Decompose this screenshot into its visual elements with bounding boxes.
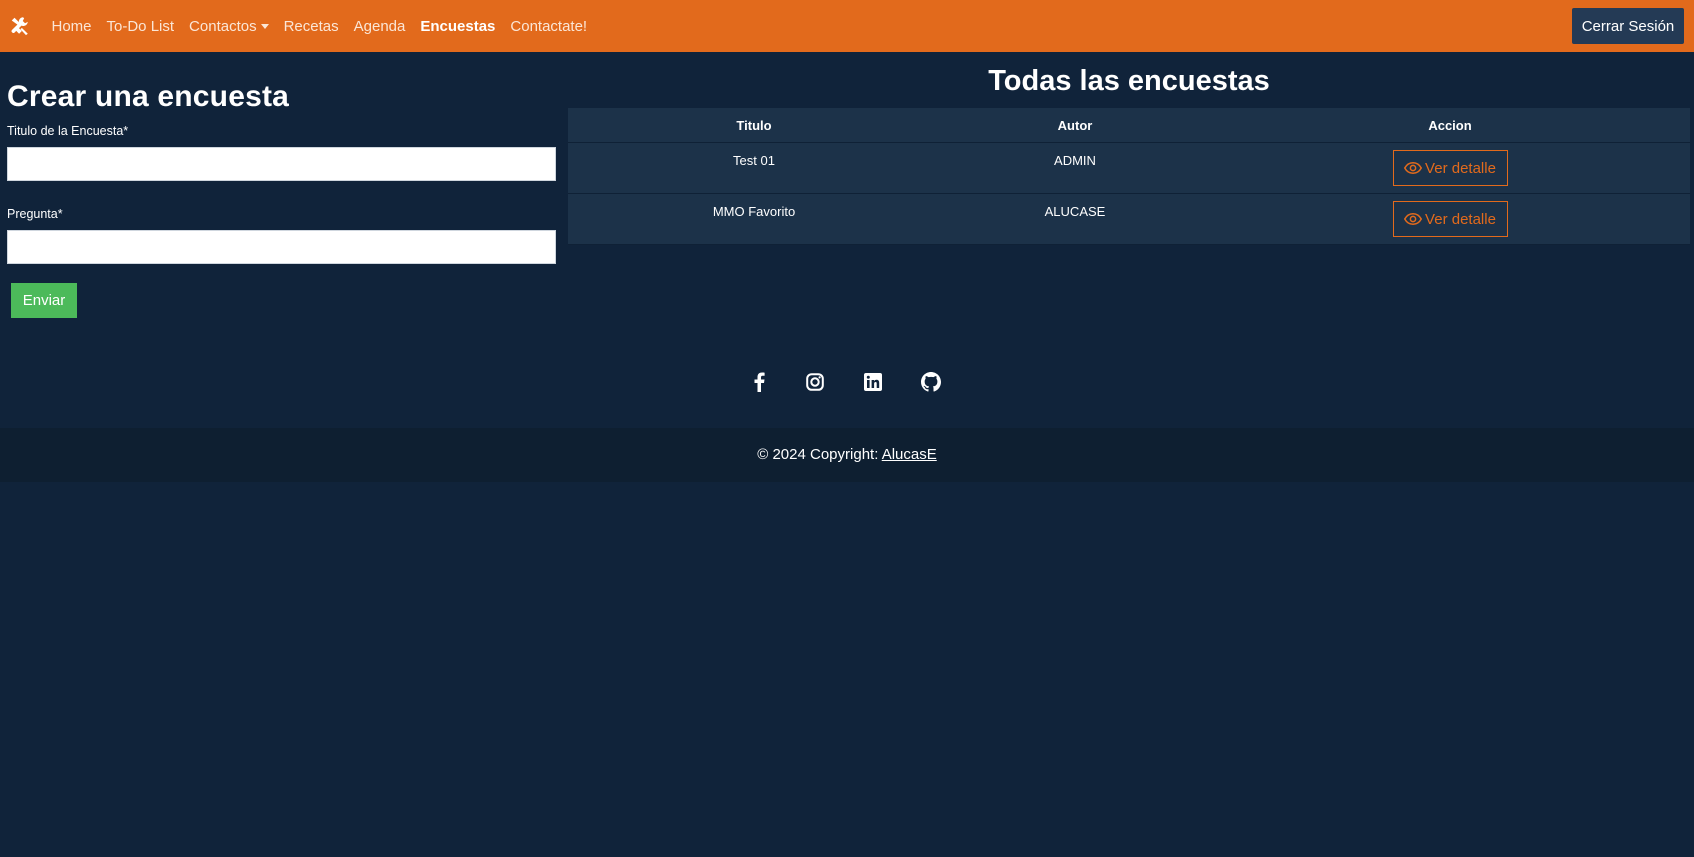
- nav-contactate[interactable]: Contactate!: [510, 18, 587, 35]
- column-header-titulo: Titulo: [736, 117, 772, 133]
- submit-button[interactable]: Enviar: [11, 283, 77, 318]
- cell-titulo: Test 01: [733, 153, 775, 168]
- eye-icon: [1404, 212, 1423, 226]
- view-detail-label: Ver detalle: [1425, 210, 1496, 228]
- tools-icon[interactable]: [0, 0, 40, 52]
- facebook-icon[interactable]: [748, 371, 770, 393]
- table-row: Test 01 ADMIN Ver detalle: [568, 143, 1690, 194]
- nav-recetas[interactable]: Recetas: [284, 18, 339, 35]
- view-detail-button[interactable]: Ver detalle: [1392, 201, 1508, 237]
- table-header: Titulo Autor Accion: [568, 108, 1690, 143]
- nav-todo-list[interactable]: To-Do List: [107, 18, 175, 35]
- cell-titulo: MMO Favorito: [712, 204, 796, 219]
- nav-contactos-label: Contactos: [189, 17, 257, 35]
- view-detail-label: Ver detalle: [1425, 159, 1496, 177]
- nav-home[interactable]: Home: [52, 18, 92, 35]
- cell-accion: Ver detalle: [1210, 194, 1690, 244]
- nav-contactos-dropdown[interactable]: Contactos: [189, 18, 269, 35]
- eye-icon: [1404, 161, 1423, 175]
- column-header-autor: Autor: [1057, 117, 1093, 133]
- nav-agenda[interactable]: Agenda: [354, 18, 406, 35]
- table-row: MMO Favorito ALUCASE Ver detalle: [568, 194, 1690, 245]
- surveys-table: Titulo Autor Accion Test 01 ADMIN Ver de…: [568, 108, 1690, 245]
- column-header-accion: Accion: [1428, 117, 1472, 133]
- cell-autor: ADMIN: [1054, 153, 1096, 168]
- copyright-link[interactable]: AlucasE: [882, 446, 937, 463]
- caret-down-icon: [260, 23, 269, 29]
- nav-items: Home To-Do List Contactos Recetas Agenda…: [44, 18, 595, 35]
- github-icon[interactable]: [920, 371, 942, 393]
- surveys-title: Todas las encuestas: [988, 65, 1270, 97]
- surveys-section: Todas las encuestas Titulo Autor Accion …: [568, 62, 1690, 245]
- logout-button[interactable]: Cerrar Sesión: [1572, 8, 1684, 44]
- top-navbar: Home To-Do List Contactos Recetas Agenda…: [0, 0, 1694, 52]
- view-detail-button[interactable]: Ver detalle: [1392, 150, 1508, 186]
- survey-title-label: Titulo de la Encuesta*: [7, 124, 129, 138]
- cell-accion: Ver detalle: [1210, 143, 1690, 193]
- copyright-text: © 2024 Copyright:: [757, 446, 882, 463]
- instagram-icon[interactable]: [804, 371, 826, 393]
- social-links: [0, 371, 1694, 393]
- survey-title-input[interactable]: [7, 147, 556, 181]
- cell-autor: ALUCASE: [1044, 204, 1106, 219]
- question-label: Pregunta*: [7, 207, 63, 221]
- question-input[interactable]: [7, 230, 556, 264]
- nav-encuestas[interactable]: Encuestas: [420, 18, 495, 35]
- form-title: Crear una encuesta: [7, 80, 290, 113]
- create-survey-form: Crear una encuesta Titulo de la Encuesta…: [7, 80, 557, 318]
- linkedin-icon[interactable]: [862, 371, 884, 393]
- copyright: © 2024 Copyright: AlucasE: [0, 446, 1694, 463]
